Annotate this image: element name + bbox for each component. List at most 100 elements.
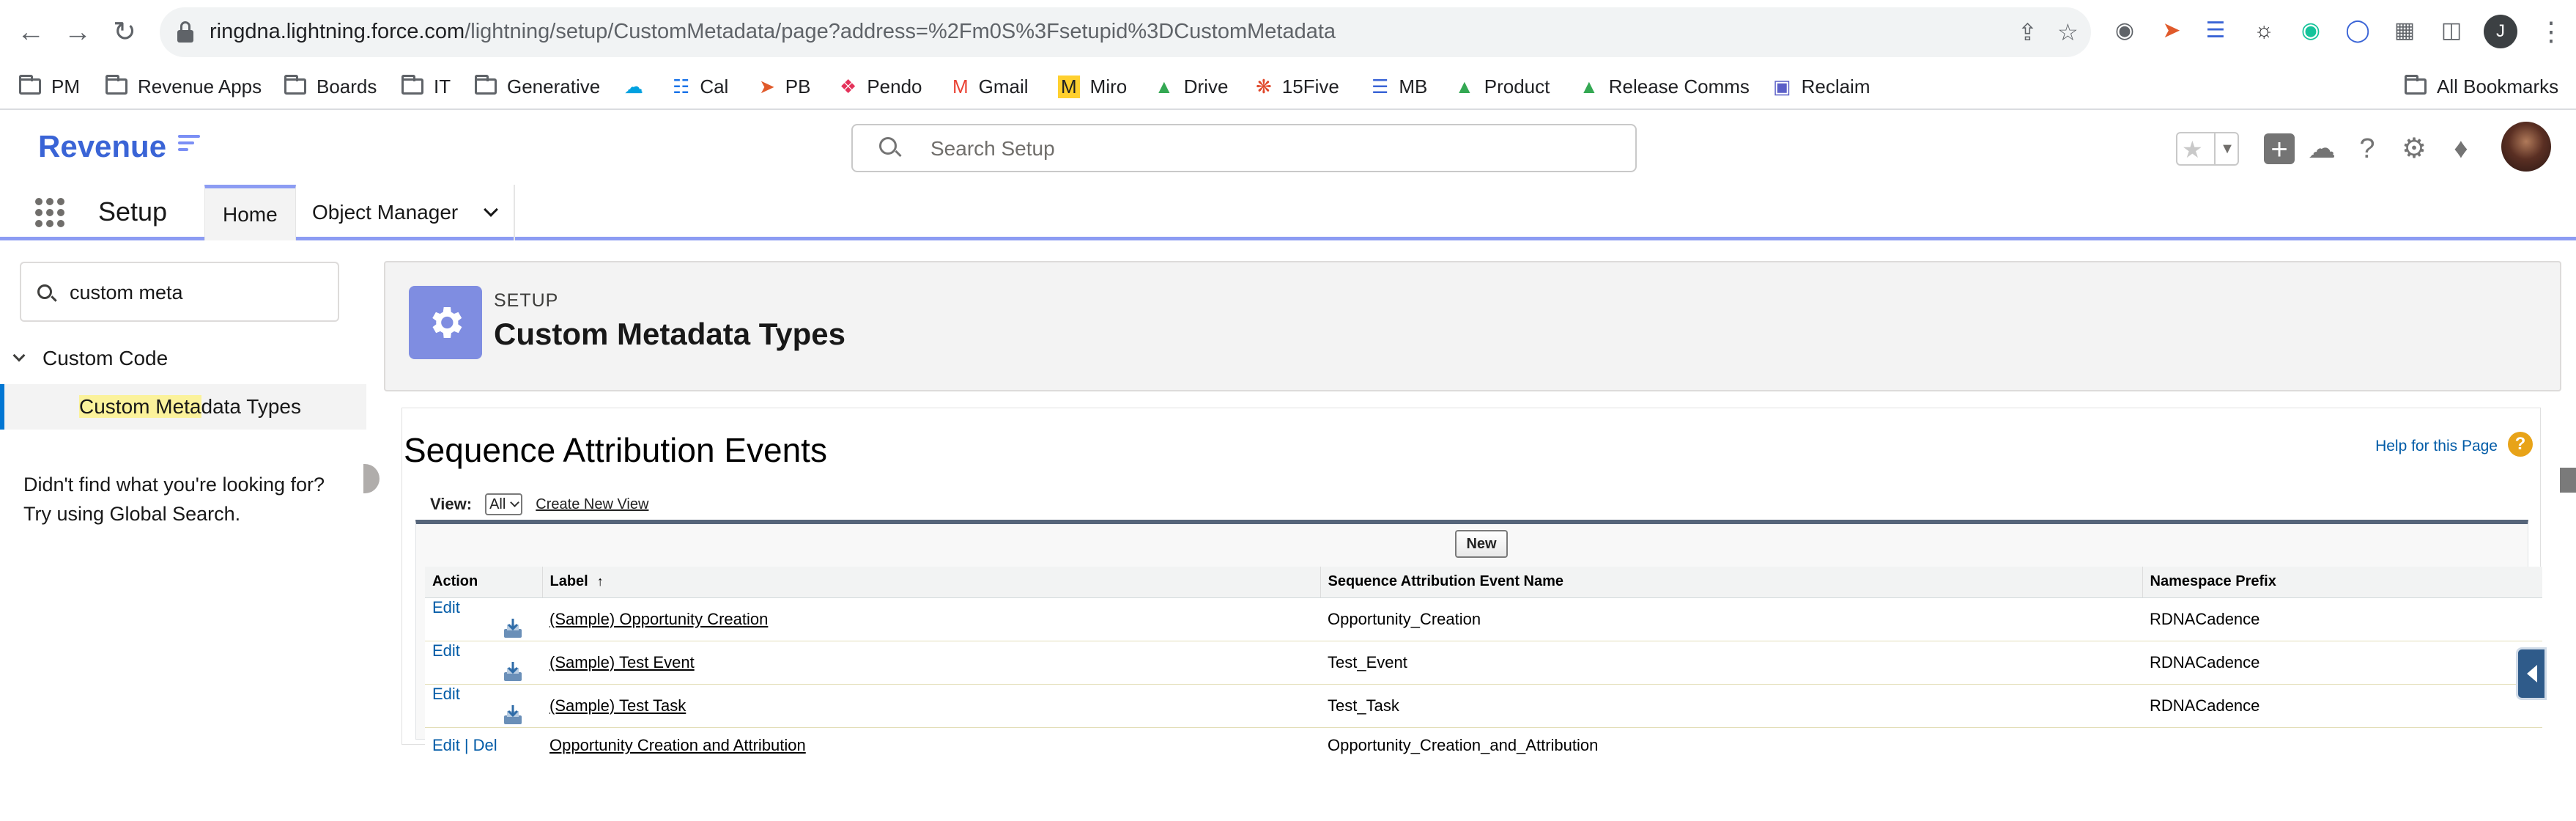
column-label[interactable]: Label ↑ [541, 567, 1320, 598]
bookmark-mb[interactable]: ☰ MB [1372, 72, 1427, 101]
gmail-icon: M [952, 75, 969, 97]
tree-section-custom-code[interactable]: Custom Code [12, 347, 168, 370]
salesforce-cloud-icon: ☁ [624, 75, 643, 97]
browser-menu-icon[interactable]: ⋮ [2538, 15, 2564, 48]
utility-panel-toggle[interactable] [2516, 647, 2547, 700]
record-label-link[interactable]: (Sample) Opportunity Creation [549, 610, 768, 628]
scroll-edge-tab[interactable] [2560, 468, 2576, 493]
bookmark-cal[interactable]: ☷ Cal [673, 72, 728, 101]
bookmark-release-comms[interactable]: ▲ Release Comms [1580, 72, 1750, 101]
forward-arrow-icon[interactable]: → [60, 15, 95, 50]
all-bookmarks[interactable]: All Bookmarks [2405, 72, 2558, 101]
bookmark-boards[interactable]: Boards [284, 72, 377, 101]
quick-find-box[interactable] [20, 262, 339, 322]
url-text[interactable]: ringdna.lightning.force.com/lightning/se… [210, 20, 1336, 44]
bookmark-pm[interactable]: PM [19, 72, 80, 101]
app-launcher-icon[interactable] [35, 198, 64, 227]
help-for-page-link[interactable]: Help for this Page [2375, 438, 2498, 455]
folder-icon [284, 75, 306, 95]
column-event-name[interactable]: Sequence Attribution Event Name [1320, 567, 2142, 598]
edit-link[interactable]: Edit [432, 736, 460, 754]
page-title: Custom Metadata Types [494, 317, 845, 351]
drive-icon: ▲ [1455, 75, 1474, 97]
extension-sun-icon[interactable]: ☼ [2249, 16, 2279, 45]
camera-icon[interactable]: ◉ [2110, 16, 2139, 45]
user-avatar[interactable] [2501, 122, 2551, 172]
drive-icon: ▲ [1155, 75, 1174, 97]
folder-icon [401, 75, 423, 95]
quick-find-input[interactable] [68, 278, 325, 307]
global-search-hint: Didn't find what you're looking for? Try… [23, 474, 325, 525]
favorites-group[interactable]: ★ ▼ [2176, 132, 2239, 166]
view-select[interactable]: All [485, 493, 523, 515]
share-icon[interactable]: ⇪ [2018, 19, 2038, 45]
extension-plane-icon[interactable]: ➤ [2157, 16, 2186, 45]
help-question-icon[interactable]: ? [2508, 432, 2533, 457]
favorites-dropdown-icon[interactable]: ▼ [2214, 133, 2239, 164]
chevron-down-icon[interactable] [484, 202, 499, 217]
bookmark-star-icon[interactable]: ☆ [2057, 19, 2079, 45]
record-label-link[interactable]: (Sample) Test Event [549, 653, 695, 671]
setup-gear-badge [409, 286, 482, 359]
chevron-down-icon[interactable] [12, 349, 26, 362]
extension-revenue-icon[interactable]: ☰ [2201, 16, 2230, 45]
profile-avatar[interactable]: J [2484, 15, 2517, 48]
bookmark-gmail[interactable]: M Gmail [952, 72, 1029, 101]
delete-link[interactable]: Del [473, 736, 497, 754]
bookmark-pendo[interactable]: ❖ Pendo [840, 72, 922, 101]
new-button[interactable]: New [1455, 530, 1508, 558]
gear-icon [432, 307, 462, 338]
bookmarks-bar: PM Revenue Apps Boards IT Generative ☁ ☷… [0, 63, 2576, 110]
create-new-view-link[interactable]: Create New View [536, 496, 648, 513]
edit-link[interactable]: Edit [432, 598, 460, 616]
back-arrow-icon[interactable]: ← [13, 15, 48, 50]
sidebar-item-custom-metadata-types[interactable]: Custom Metadata Types [0, 384, 366, 430]
table-row: Edit (Sample) Test Task Test_Task RDNACa… [425, 684, 2542, 728]
column-namespace-prefix[interactable]: Namespace Prefix [2142, 567, 2542, 598]
search-setup-box[interactable] [851, 124, 1637, 172]
bookmark-it[interactable]: IT [401, 72, 451, 101]
favorite-star-icon[interactable]: ★ [2182, 136, 2203, 163]
row-actions: Edit [425, 684, 542, 728]
tab-home[interactable]: Home [204, 185, 296, 240]
bookmark-drive[interactable]: ▲ Drive [1155, 72, 1228, 101]
trailhead-icon[interactable]: ☁ [2305, 132, 2339, 166]
sidepanel-icon[interactable]: ◫ [2437, 16, 2466, 45]
help-icon[interactable]: ? [2350, 132, 2384, 166]
bookmark-salesforce[interactable]: ☁ [624, 72, 654, 101]
revenue-logo[interactable]: Revenue [38, 129, 166, 164]
address-bar[interactable]: ringdna.lightning.force.com/lightning/se… [160, 7, 2091, 57]
tab-object-manager[interactable]: Object Manager [295, 185, 516, 240]
bookmark-reclaim[interactable]: ▣ Reclaim [1773, 72, 1870, 101]
row-actions: Edit [425, 641, 542, 685]
global-actions-plus-icon[interactable]: + [2264, 133, 2295, 166]
record-namespace: RDNACadence [2142, 597, 2542, 641]
record-event-name: Opportunity_Creation [1320, 597, 2142, 641]
extension-password-icon[interactable]: ◯ [2343, 16, 2372, 45]
reload-icon[interactable]: ↻ [107, 15, 142, 50]
record-label-link[interactable]: Opportunity Creation and Attribution [549, 736, 806, 754]
pendo-icon: ❖ [840, 75, 857, 97]
15five-icon: ❋ [1256, 75, 1272, 97]
table-header-row: Action Label ↑ Sequence Attribution Event… [425, 567, 2542, 598]
record-label-link[interactable]: (Sample) Test Task [549, 696, 686, 715]
folder-icon [2405, 75, 2427, 95]
search-setup-input[interactable] [929, 134, 1588, 163]
bookmark-generative[interactable]: Generative [475, 72, 600, 101]
sort-ascending-icon[interactable]: ↑ [597, 574, 604, 589]
edit-link[interactable]: Edit [432, 641, 460, 660]
notifications-bell-icon[interactable]: ♦ [2444, 132, 2478, 166]
grammarly-icon[interactable]: ◉ [2296, 16, 2325, 45]
search-icon [37, 284, 52, 299]
lock-icon[interactable] [177, 21, 193, 43]
bookmark-product[interactable]: ▲ Product [1455, 72, 1550, 101]
page-header: SETUP Custom Metadata Types [384, 261, 2561, 391]
bookmark-revenue-apps[interactable]: Revenue Apps [106, 72, 262, 101]
setup-gear-icon[interactable]: ⚙ [2397, 132, 2431, 166]
bookmark-miro[interactable]: M Miro [1058, 72, 1127, 101]
puzzle-extensions-icon[interactable]: ▦ [2390, 16, 2419, 45]
edit-link[interactable]: Edit [432, 685, 460, 703]
app-name: Setup [98, 196, 168, 227]
bookmark-15five[interactable]: ❋ 15Five [1256, 72, 1339, 101]
bookmark-pb[interactable]: ➤ PB [759, 72, 810, 101]
